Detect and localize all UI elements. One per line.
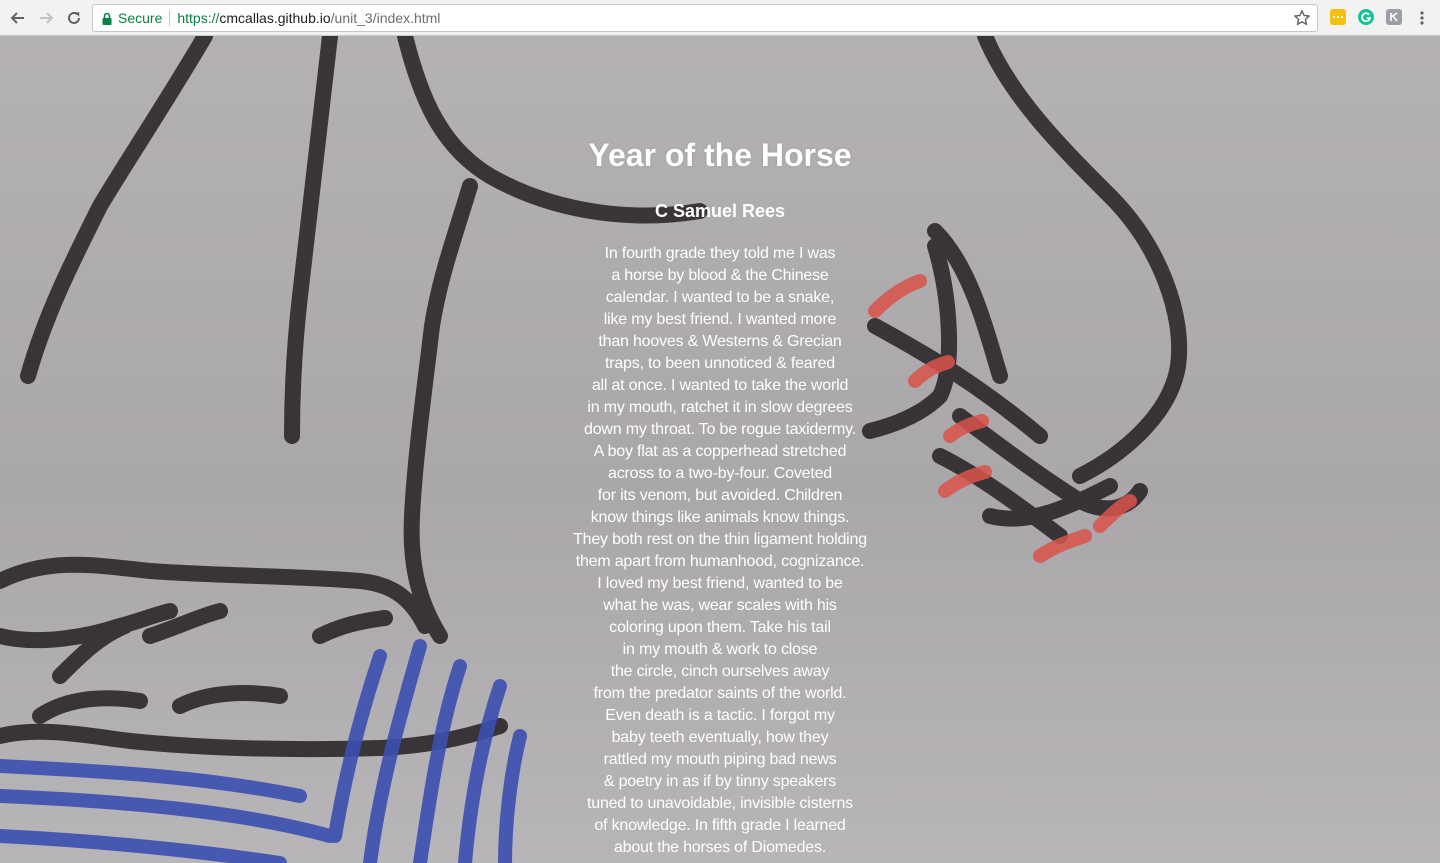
forward-button[interactable]	[34, 6, 58, 30]
poem-author: C Samuel Rees	[654, 201, 786, 221]
poem-line: rattled my mouth piping bad news	[603, 751, 837, 768]
poem-line: in my mouth, ratchet it in slow degrees	[587, 399, 853, 416]
poem-line: like my best friend. I wanted more	[603, 311, 837, 328]
url-scheme: https://	[177, 10, 220, 26]
poem-line: tuned to unavoidable, invisible cisterns	[587, 795, 853, 812]
reload-button[interactable]	[62, 6, 86, 30]
divider	[169, 10, 171, 26]
poem-title: Year of the Horse	[588, 137, 852, 173]
extension-notes-icon[interactable]	[1330, 9, 1346, 25]
reload-icon	[68, 11, 80, 24]
poem-line: the circle, cinch ourselves away	[610, 663, 830, 680]
poem-line: across to a two-by-four. Coveted	[608, 465, 832, 482]
poem-line: for its venom, but avoided. Children	[597, 487, 843, 504]
back-arrow-icon	[10, 12, 24, 24]
poem-line: about the horses of Diomedes.	[613, 839, 827, 856]
lock-icon	[102, 11, 112, 25]
poem-line: a horse by blood & the Chinese	[611, 267, 829, 284]
poem-line: down my throat. To be rogue taxidermy.	[584, 421, 856, 438]
poem-line: baby teeth eventually, how they	[611, 729, 829, 746]
forward-arrow-icon	[40, 12, 54, 24]
extension-icon[interactable]	[1386, 9, 1402, 25]
kebab-menu-icon[interactable]	[1410, 6, 1434, 30]
back-button[interactable]	[6, 6, 30, 30]
poem-line: Even death is a tactic. I forgot my	[605, 707, 835, 724]
poem-line: all at once. I wanted to take the world	[591, 377, 849, 394]
url-path: /unit_3/index.html	[330, 10, 441, 26]
poem-body: In fourth grade they told me I was a hor…	[0, 243, 1440, 859]
secure-label: Secure	[118, 10, 163, 26]
grammarly-icon[interactable]	[1358, 9, 1374, 25]
poem-line: They both rest on the thin ligament hold…	[573, 531, 867, 548]
star-icon[interactable]	[1293, 9, 1311, 30]
poem-line: from the predator saints of the world.	[593, 685, 847, 702]
poem-line: what he was, wear scales with his	[603, 597, 837, 614]
address-bar[interactable]: Secure https://cmcallas.github.io/unit_3…	[92, 4, 1318, 32]
browser-toolbar: Secure https://cmcallas.github.io/unit_3…	[0, 0, 1440, 36]
poem-line: of knowledge. In fifth grade I learned	[594, 817, 846, 834]
poem-line: them apart from humanhood, cognizance.	[575, 553, 865, 570]
poem-line: traps, to been unnoticed & feared	[604, 355, 835, 372]
poem-line: In fourth grade they told me I was	[604, 245, 836, 262]
poem-line: coloring upon them. Take his tail	[609, 619, 831, 636]
poem-line: I loved my best friend, wanted to be	[597, 575, 843, 592]
poem-line: in my mouth & work to close	[622, 641, 818, 658]
poem-line: & poetry in as if by tinny speakers	[603, 773, 837, 790]
page-viewport: Year of the Horse C Samuel Rees In fourt…	[0, 36, 1440, 863]
poem-line: calendar. I wanted to be a snake,	[605, 289, 835, 306]
url-host: cmcallas.github.io	[219, 10, 331, 26]
poem-line: than hooves & Westerns & Grecian	[598, 333, 842, 350]
poem-line: A boy flat as a copperhead stretched	[593, 443, 847, 460]
poem-line: know things like animals know things.	[590, 509, 850, 526]
